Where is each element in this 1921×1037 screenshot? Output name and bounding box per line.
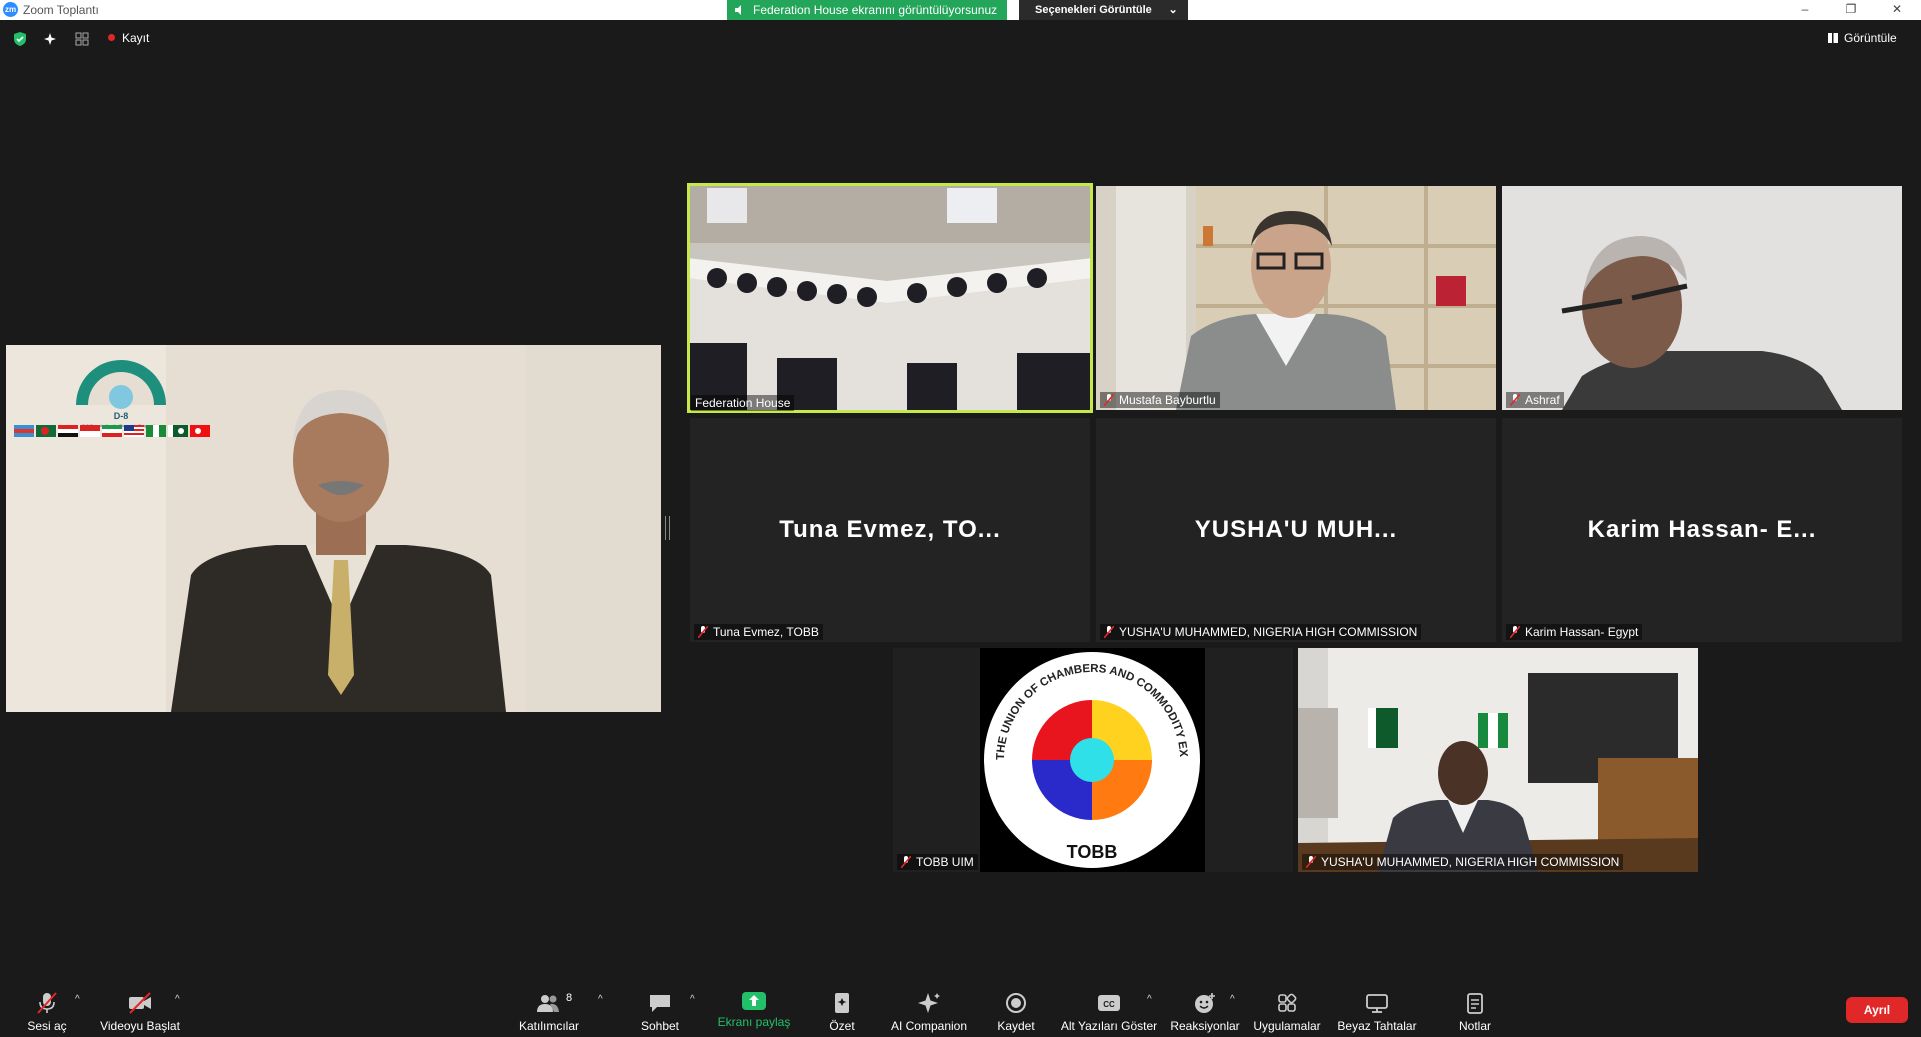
zoom-app-icon: zm [3, 2, 18, 17]
speaker-video-frame: D-8 D-8 Organization for Economic Cooper… [6, 345, 661, 712]
recording-label: Kayıt [122, 31, 150, 45]
tile-name-label: TOBB UIM [897, 854, 978, 870]
audio-options-caret[interactable]: ^ [75, 994, 80, 1005]
ai-companion-sparkle-icon [918, 993, 940, 1013]
tile-name-label: Ashraf [1506, 392, 1564, 408]
mic-muted-icon [901, 856, 911, 868]
tobb-logo-word: TOBB [1067, 842, 1118, 862]
speaker-icon [735, 5, 741, 15]
leave-meeting-button[interactable]: Ayrıl [1846, 997, 1908, 1023]
view-button[interactable]: Görüntüle [1828, 31, 1897, 45]
tile-name-label: YUSHA'U MUHAMMED, NIGERIA HIGH COMMISSIO… [1100, 624, 1422, 640]
notes-button[interactable]: Notlar [1420, 982, 1530, 1033]
participants-label: Katılımcılar [518, 1019, 579, 1033]
closed-captions-icon: CC [1098, 995, 1120, 1011]
tile-name-label: Mustafa Bayburtlu [1100, 392, 1220, 408]
name-tile-yushau-muhammed[interactable]: YUSHA'U MUH... YUSHA'U MUHAMMED, NIGERIA… [1096, 418, 1496, 642]
share-screen-icon [742, 992, 766, 1010]
tobb-logo-frame: THE UNION OF CHAMBERS AND COMMODITY EXCH… [893, 648, 1293, 872]
mic-muted-icon [1104, 626, 1114, 638]
tile-name-label: Tuna Evmez, TOBB [694, 624, 823, 640]
view-label: Görüntüle [1844, 31, 1897, 45]
captions-button[interactable]: CC Alt Yazıları Göster [1054, 982, 1164, 1033]
view-layout-icon [1828, 33, 1838, 43]
video-tile-mustafa-bayburtlu[interactable]: Mustafa Bayburtlu [1096, 186, 1496, 410]
participant-display-name: Karim Hassan- E... [1587, 516, 1817, 543]
meeting-controls-bar: Sesi aç ^ Videoyu Başlat ^ Katılımcılar … [0, 982, 1921, 1037]
participants-count-badge: 8 [566, 992, 573, 1004]
camera-off-icon [129, 992, 151, 1014]
chat-options-caret[interactable]: ^ [690, 994, 695, 1005]
tobb-logo-emblem [1032, 700, 1152, 820]
federation-house-video [687, 183, 1093, 413]
window-title: Zoom Toplantı [23, 3, 99, 17]
mic-muted-icon [1510, 394, 1520, 406]
sharing-text: Federation House ekranını görüntülüyorsu… [753, 3, 998, 17]
viewing-share-banner: Federation House ekranını görüntülüyorsu… [727, 0, 1008, 20]
top-toolbar [0, 20, 1921, 58]
notes-label: Notlar [1458, 1019, 1491, 1033]
apps-icon [1278, 993, 1297, 1012]
panel-resize-handle[interactable] [665, 516, 670, 540]
yushau-video [1298, 648, 1698, 872]
recording-indicator[interactable]: Kayıt [108, 31, 149, 45]
participants-icon [537, 995, 559, 1012]
video-tile-tobb-uim[interactable]: THE UNION OF CHAMBERS AND COMMODITY EXCH… [893, 648, 1293, 872]
mic-muted-icon [1104, 394, 1114, 406]
tile-name-label: YUSHA'U MUHAMMED, NIGERIA HIGH COMMISSIO… [1302, 854, 1624, 870]
view-options-label: Seçenekleri Görüntüle [1035, 4, 1152, 16]
mustafa-video [1096, 186, 1496, 410]
participant-display-name: YUSHA'U MUH... [1194, 516, 1398, 543]
mic-muted-icon [37, 992, 57, 1014]
mic-muted-icon [698, 626, 708, 638]
ashraf-video [1502, 186, 1902, 410]
summary-document-icon [835, 993, 849, 1013]
mic-muted-icon [1306, 856, 1316, 868]
captions-label: Alt Yazıları Göster [1060, 1019, 1158, 1033]
participant-display-name: Tuna Evmez, TO... [779, 516, 1001, 543]
video-tile-ashraf[interactable]: Ashraf [1502, 186, 1902, 410]
name-tile-tuna-evmez[interactable]: Tuna Evmez, TO... Tuna Evmez, TOBB [690, 418, 1090, 642]
name-tile-karim-hassan[interactable]: Karim Hassan- E... Karim Hassan- Egypt [1502, 418, 1902, 642]
tile-name-label: Federation House [691, 395, 795, 411]
view-options-button[interactable]: Seçenekleri Görüntüle ⌄ [1019, 0, 1188, 20]
close-window-button[interactable]: ✕ [1874, 0, 1920, 20]
shield-check-icon[interactable] [12, 31, 28, 47]
start-video-label: Videoyu Başlat [100, 1019, 180, 1033]
tile-name-label: Karim Hassan- Egypt [1506, 624, 1643, 640]
chevron-down-icon: ⌄ [1168, 4, 1178, 16]
whiteboards-button[interactable]: Beyaz Tahtalar [1322, 982, 1432, 1033]
member-flags [14, 425, 210, 437]
video-tile-federation-house[interactable]: Federation House [687, 183, 1093, 413]
notes-icon [1467, 993, 1483, 1014]
record-icon [1006, 993, 1026, 1013]
captions-icon-text: CC [1103, 1000, 1115, 1009]
ai-sparkle-icon[interactable] [42, 31, 58, 47]
whiteboard-icon [1366, 994, 1388, 1013]
participants-options-caret[interactable]: ^ [598, 994, 603, 1005]
participants-button[interactable]: Katılımcılar [494, 982, 604, 1033]
main-speaker-video[interactable]: D-8 D-8 Organization for Economic Cooper… [6, 345, 661, 712]
video-options-caret[interactable]: ^ [175, 994, 180, 1005]
chat-bubble-icon [650, 995, 670, 1012]
record-dot-icon [108, 34, 115, 41]
minimize-button[interactable]: – [1782, 0, 1828, 20]
restore-button[interactable]: ❐ [1828, 0, 1874, 20]
mic-muted-icon [1510, 626, 1520, 638]
start-video-button[interactable]: Videoyu Başlat [85, 982, 195, 1033]
video-tile-yushau-muhammed-video[interactable]: YUSHA'U MUHAMMED, NIGERIA HIGH COMMISSIO… [1298, 648, 1698, 872]
reactions-emoji-icon [1195, 993, 1215, 1013]
title-bar: zm Zoom Toplantı Federation House ekranı… [0, 0, 1921, 20]
apps-grid-icon[interactable] [74, 31, 90, 47]
d8-logo-text: D-8 [114, 411, 129, 421]
whiteboards-label: Beyaz Tahtalar [1337, 1019, 1417, 1033]
